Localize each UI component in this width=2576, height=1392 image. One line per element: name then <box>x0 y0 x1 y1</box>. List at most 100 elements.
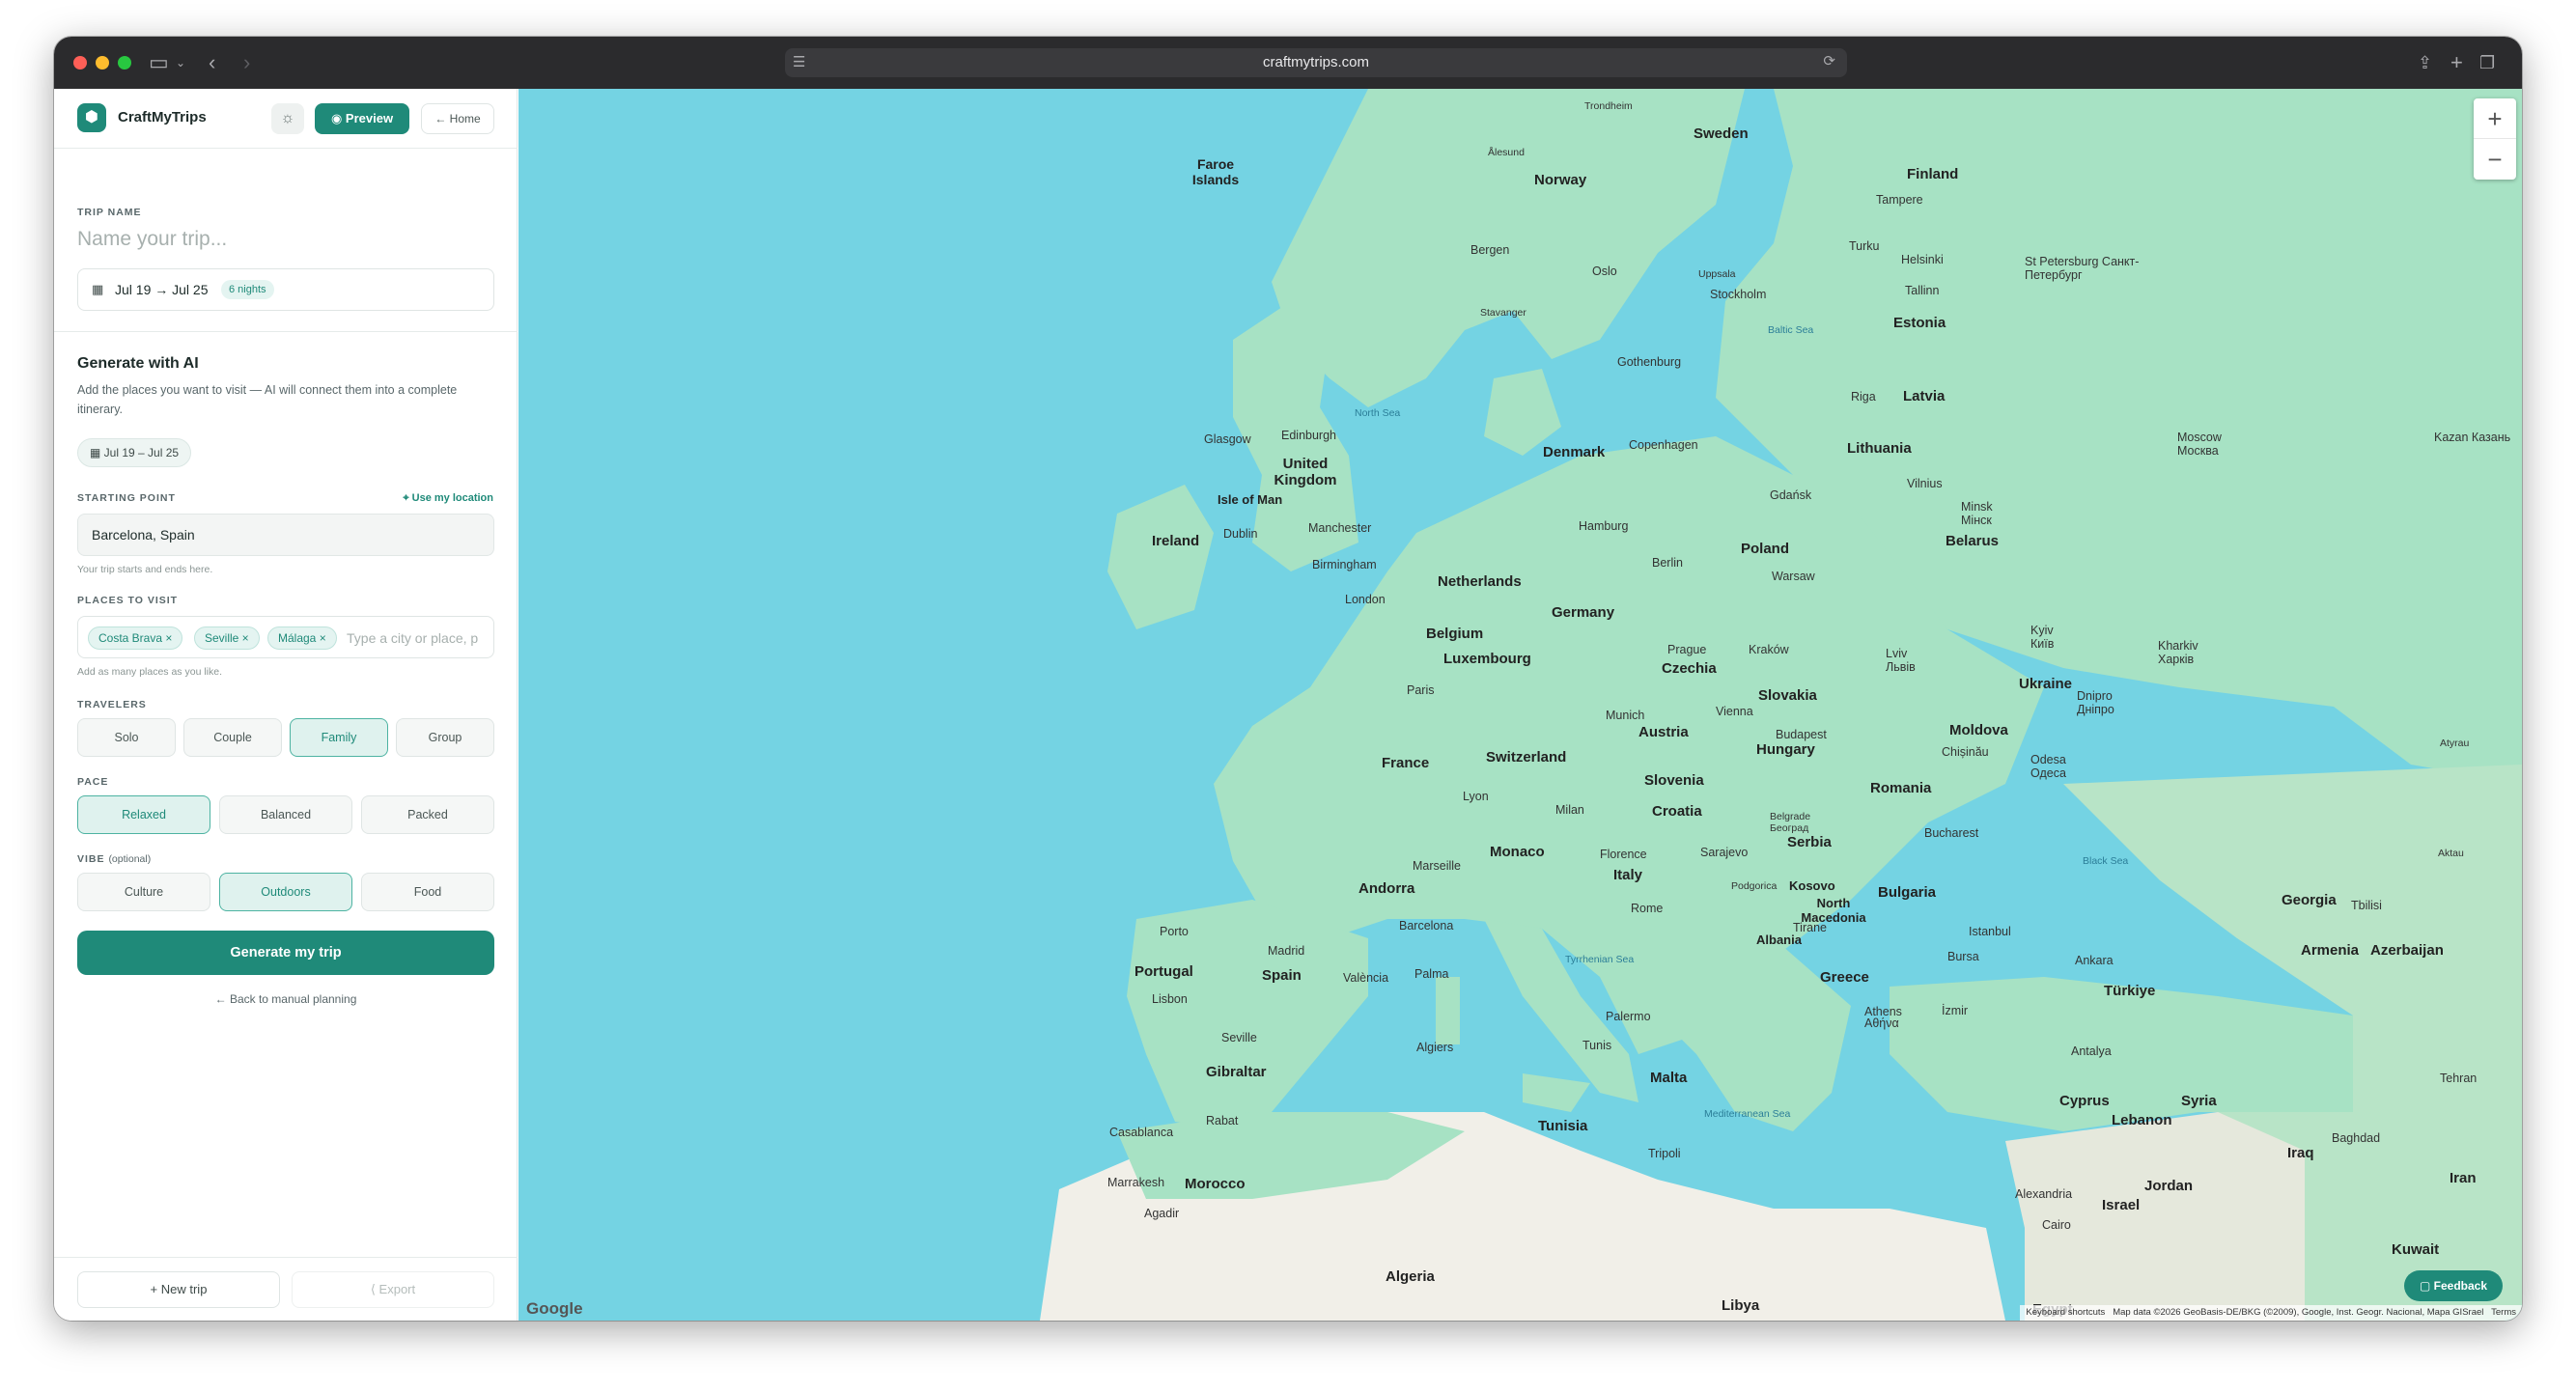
map-label-country: Algeria <box>1386 1268 1435 1285</box>
new-tab-icon[interactable]: + <box>2450 50 2463 75</box>
map-label-country: Croatia <box>1652 803 1702 820</box>
trip-dates-field[interactable]: ▦ Jul 19 → Jul 25 6 nights <box>77 268 494 311</box>
map-label-city: Berlin <box>1652 556 1683 570</box>
back-to-manual-link[interactable]: ← Back to manual planning <box>54 992 518 1006</box>
generate-trip-button[interactable]: Generate my trip <box>77 931 494 975</box>
map-label-country: Iran <box>2450 1170 2477 1186</box>
map-label-city: Baghdad <box>2332 1131 2381 1145</box>
home-button[interactable]: ← Home <box>421 103 494 134</box>
export-button[interactable]: ⟨ Export <box>292 1271 494 1308</box>
forward-arrow-icon[interactable]: › <box>243 50 250 75</box>
map-label-country: Ireland <box>1152 533 1200 549</box>
address-bar[interactable]: ☰ craftmytrips.com ⟳ <box>785 48 1847 77</box>
map-label-country: United Kingdom <box>1274 456 1337 488</box>
map-label-country: Jordan <box>2144 1178 2194 1194</box>
pace-option[interactable]: Packed <box>361 795 494 834</box>
starting-point-input[interactable]: Barcelona, Spain <box>77 514 494 556</box>
calendar-icon: ▦ <box>92 282 104 296</box>
map-label-city: Trondheim <box>1584 100 1633 112</box>
tabs-overview-icon[interactable]: ❐ <box>2479 50 2495 75</box>
map-label-city: Vienna <box>1716 705 1753 718</box>
generate-dates-pill[interactable]: ▦ Jul 19 – Jul 25 <box>77 438 192 467</box>
map-label-city: Seville <box>1221 1031 1257 1044</box>
keyboard-shortcuts-link[interactable]: Keyboard shortcuts <box>2026 1307 2105 1318</box>
zoom-in-button[interactable]: + <box>2474 98 2516 139</box>
places-hint: Add as many places as you like. <box>77 666 222 678</box>
map-label-country: Spain <box>1262 967 1302 984</box>
map-label-country: Greece <box>1820 969 1869 986</box>
map-label-country: Slovenia <box>1644 772 1704 789</box>
map-view[interactable]: Sweden Norway Finland Faroe Islands Esto… <box>518 89 2522 1321</box>
theme-toggle-button[interactable]: ☼ <box>271 103 304 134</box>
map-label-city: Moscow Москва <box>2177 431 2222 458</box>
pace-option[interactable]: Balanced <box>219 795 352 834</box>
chat-icon: ▢ <box>2419 1279 2434 1293</box>
map-label-city: İzmir <box>1942 1004 1969 1017</box>
share-icon: ⟨ <box>370 1282 379 1296</box>
place-chip[interactable]: Málaga × <box>267 626 337 650</box>
travelers-option[interactable]: Solo <box>77 718 176 757</box>
map-label-country: Faroe Islands <box>1191 156 1240 187</box>
places-label: PLACES TO VISIT <box>77 595 179 606</box>
map-label-city: Marrakesh <box>1107 1176 1165 1189</box>
map-label-country: Belarus <box>1946 533 2000 549</box>
generate-title: Generate with AI <box>77 355 199 372</box>
travelers-option-selected[interactable]: Family <box>290 718 388 757</box>
chevron-down-icon[interactable]: ⌄ <box>176 50 185 75</box>
new-trip-button[interactable]: + New trip <box>77 1271 280 1308</box>
map-label-country: Azerbaijan <box>2370 942 2444 959</box>
map-label-sea: North Sea <box>1355 407 1401 419</box>
map-label-city: Kazan Казань <box>2434 431 2511 444</box>
terms-link[interactable]: Terms <box>2491 1307 2516 1318</box>
trip-name-input[interactable]: Name your trip... <box>77 228 227 251</box>
use-my-location-link[interactable]: ⌖ Use my location <box>403 492 493 505</box>
sun-icon: ☼ <box>280 110 295 126</box>
close-window-button[interactable] <box>73 56 87 70</box>
map-label-country: Germany <box>1552 604 1615 621</box>
feedback-label: Feedback <box>2433 1279 2487 1293</box>
brand-name: CraftMyTrips <box>118 109 207 125</box>
place-chip[interactable]: Costa Brava × <box>88 626 183 650</box>
zoom-window-button[interactable] <box>118 56 131 70</box>
feedback-button[interactable]: ▢ Feedback <box>2403 1270 2503 1301</box>
map-label-city: Atyrau <box>2440 738 2470 749</box>
google-logo: Google <box>526 1299 583 1318</box>
starting-point-label: STARTING POINT <box>77 492 176 504</box>
back-arrow-icon[interactable]: ‹ <box>209 50 215 75</box>
map-label-country: Gibraltar <box>1206 1064 1267 1080</box>
zoom-out-button[interactable]: − <box>2474 139 2516 180</box>
reload-icon[interactable]: ⟳ <box>1823 52 1835 70</box>
map-label-city: Athens Αθήνα <box>1864 1005 1902 1030</box>
map-label-city: Milan <box>1555 803 1584 817</box>
browser-window: ▭ ⌄ ‹ › ☰ craftmytrips.com ⟳ ⇪ + ❐ ⬢ Cra… <box>54 37 2522 1321</box>
vibe-option[interactable]: Culture <box>77 873 210 911</box>
map-label-city: Florence <box>1600 848 1647 861</box>
minimize-window-button[interactable] <box>96 56 109 70</box>
map-label-city: Bursa <box>1947 950 1979 963</box>
map-data-text: Map data ©2026 GeoBasis-DE/BKG (©2009), … <box>2113 1307 2484 1318</box>
pace-option-selected[interactable]: Relaxed <box>77 795 210 834</box>
browser-toolbar: ▭ ⌄ ‹ › ☰ craftmytrips.com ⟳ ⇪ + ❐ <box>54 37 2522 89</box>
share-icon[interactable]: ⇪ <box>2418 50 2432 75</box>
travelers-option[interactable]: Group <box>396 718 494 757</box>
map-label-city: Bergen <box>1470 243 1510 257</box>
map-label-country: Poland <box>1741 541 1790 557</box>
sidebar-header: ⬢ CraftMyTrips ☼ ◉ Preview ← Home <box>54 89 518 149</box>
map-label-city: Prague <box>1667 643 1707 656</box>
map-label-city: Stavanger <box>1480 307 1526 319</box>
preview-button[interactable]: ◉ Preview <box>315 103 409 134</box>
vibe-optional: (optional) <box>108 853 152 865</box>
travelers-option[interactable]: Couple <box>183 718 282 757</box>
sidebar-toggle-icon[interactable]: ▭ <box>149 50 169 75</box>
map-label-country: Czechia <box>1662 660 1717 677</box>
url-text: craftmytrips.com <box>1262 54 1369 70</box>
map-label-country: Lebanon <box>2112 1112 2172 1128</box>
map-label-city: Budapest <box>1776 728 1827 741</box>
map-label-city: Antalya <box>2071 1044 2112 1058</box>
map-label-country: Italy <box>1613 867 1643 883</box>
place-chip[interactable]: Seville × <box>194 626 260 650</box>
vibe-option-selected[interactable]: Outdoors <box>219 873 352 911</box>
vibe-option[interactable]: Food <box>361 873 494 911</box>
places-input[interactable]: Costa Brava × Seville × Málaga × Type a … <box>77 616 494 658</box>
map-label-country: Netherlands <box>1438 573 1522 590</box>
